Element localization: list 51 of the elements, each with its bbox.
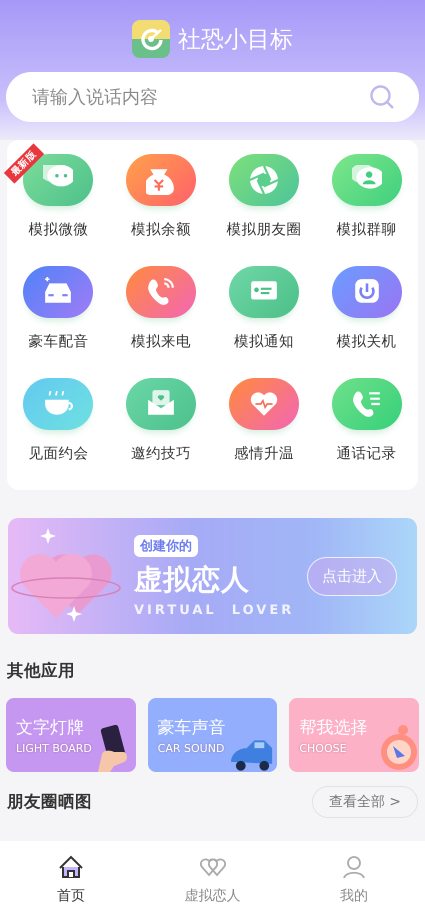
feature-icon [248, 165, 279, 195]
app-card[interactable]: 豪车声音 CAR SOUND [148, 698, 278, 772]
nav-tab[interactable]: 虚拟恋人 [142, 841, 284, 921]
feature-button[interactable] [228, 154, 299, 206]
card-subtitle: CAR SOUND [158, 742, 226, 755]
feature-label: 通话记录 [336, 445, 397, 463]
feature-icon [146, 277, 176, 307]
app-logo-icon [132, 20, 170, 58]
feature-label: 模拟来电 [131, 333, 192, 351]
feature-label: 模拟余额 [131, 220, 192, 239]
feature-button[interactable] [228, 266, 299, 318]
app-card[interactable]: 文字灯牌 LIGHT BOARD [6, 698, 136, 772]
feature-button[interactable] [23, 378, 94, 430]
feature-label: 模拟微微 [28, 221, 88, 239]
feature-button[interactable] [228, 378, 299, 430]
card-subtitle: LIGHT BOARD [16, 742, 93, 755]
banner-title: 虚拟恋人 [134, 562, 250, 598]
feature-label: 模拟群聊 [336, 221, 397, 239]
feature-button[interactable] [126, 266, 196, 318]
section-heading: 其他应用 [7, 660, 76, 682]
feature-label: 邀约技巧 [131, 445, 192, 463]
search-input[interactable]: 请输入说话内容 [30, 86, 369, 108]
nav-tab[interactable]: 首页 [0, 841, 142, 921]
feature-icon [352, 389, 382, 419]
feature-button[interactable] [332, 154, 402, 206]
search-icon[interactable] [369, 84, 395, 110]
card-title: 豪车声音 [158, 717, 227, 739]
feature-button[interactable] [126, 154, 196, 206]
feature-button[interactable] [332, 378, 402, 430]
banner-subtitle: VIRTUAL LOVER [134, 602, 294, 618]
nav-tab[interactable]: 我的 [283, 841, 425, 921]
feature-label: 见面约会 [28, 445, 88, 463]
feature-label: 豪车配音 [28, 332, 88, 351]
feature-button[interactable] [23, 266, 94, 318]
home-icon [56, 853, 85, 881]
card-subtitle: CHOOSE [299, 742, 348, 755]
feature-label: 模拟通知 [234, 333, 294, 351]
feature-button[interactable] [332, 266, 402, 318]
feature-label: 感情升温 [234, 445, 294, 463]
enter-button[interactable]: 点击进入 [307, 556, 397, 596]
card-title: 文字灯牌 [16, 717, 85, 739]
search-field[interactable]: 请输入说话内容 [6, 72, 419, 122]
section-heading: 朋友圈晒图 [7, 791, 92, 813]
view-all-button[interactable]: 查看全部 > [312, 786, 418, 818]
feature-label: 模拟朋友圈 [226, 221, 302, 239]
card-title: 帮我选择 [299, 717, 368, 739]
virtual-lover-banner[interactable]: 创建你的 虚拟恋人 VIRTUAL LOVER 点击进入 [8, 518, 417, 634]
feature-button[interactable] [126, 378, 196, 430]
app-title: 社恐小目标 [178, 26, 293, 54]
feature-label: 模拟关机 [336, 333, 397, 351]
banner-tag: 创建你的 [134, 534, 198, 556]
